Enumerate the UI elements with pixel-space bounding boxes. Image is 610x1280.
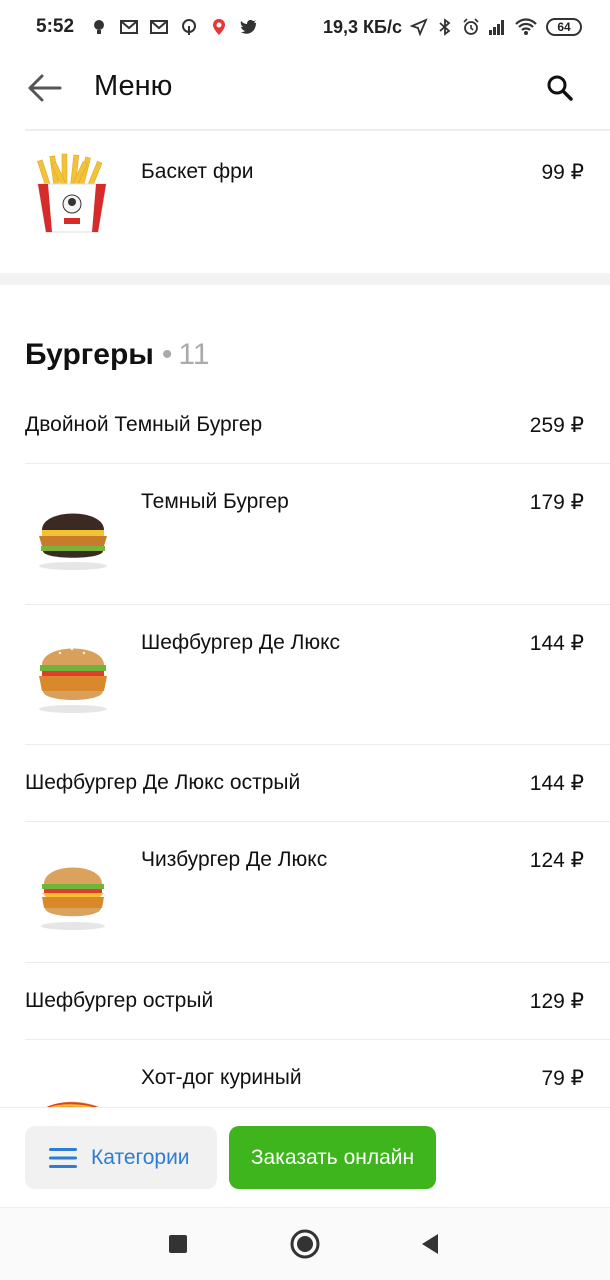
menu-item-chicken-hot-dog[interactable]: Хот-дог куриный 79 ₽: [0, 1040, 610, 1107]
menu-icon: [49, 1147, 77, 1168]
signal-icon: [489, 20, 504, 35]
battery-indicator: 64: [546, 18, 582, 36]
menu-item-price: 99 ₽: [541, 161, 584, 184]
menu-item-price: 129 ₽: [529, 990, 584, 1013]
menu-item-name: Шефбургер острый: [25, 989, 214, 1012]
cheese-burger-image: [41, 867, 105, 930]
order-online-label: Заказать онлайн: [250, 1145, 415, 1169]
app-bar: Меню: [0, 54, 610, 122]
order-online-button[interactable]: Заказать онлайн: [229, 1126, 436, 1189]
status-left: 5:52: [36, 16, 258, 38]
fries-bucket-image: [37, 153, 107, 233]
menu-item-price: 144 ₽: [529, 632, 584, 655]
page-title: Меню: [94, 70, 173, 102]
menu-list[interactable]: Баскет фри 99 ₽ Бургеры • 11 Двойной Тем…: [0, 122, 610, 1107]
menu-item-name: Чизбургер Де Люкс: [141, 848, 328, 871]
menu-item-price: 79 ₽: [541, 1067, 584, 1090]
system-nav-bar: [0, 1207, 610, 1280]
status-time: 5:52: [36, 16, 75, 37]
location-arrow-icon: [410, 18, 428, 36]
section-header: Бургеры • 11: [25, 338, 210, 372]
arrow-left-icon: [28, 74, 62, 102]
network-speed: 19,3 КБ/с: [323, 16, 402, 37]
status-bar: 5:52 19,3 КБ/с 64: [0, 0, 610, 54]
bluetooth-icon: [439, 18, 451, 36]
menu-item-price: 124 ₽: [529, 849, 584, 872]
status-right: 19,3 КБ/с 64: [323, 17, 582, 38]
menu-item-name: Темный Бургер: [141, 490, 289, 513]
menu-item-chef-burger-spicy[interactable]: Шефбургер острый 129 ₽: [0, 963, 610, 1039]
menu-item-name: Баскет фри: [141, 160, 254, 183]
triangle-back-icon: [422, 1234, 438, 1254]
categories-button[interactable]: Категории: [25, 1126, 217, 1189]
search-icon: [547, 75, 573, 101]
menu-item-basket-fries[interactable]: Баскет фри 99 ₽: [0, 144, 610, 264]
menu-item-dark-burger[interactable]: Темный Бургер 179 ₽: [0, 464, 610, 604]
gmail-icon: [120, 20, 139, 34]
menu-item-name: Шефбургер Де Люкс: [141, 631, 341, 654]
home-button[interactable]: [287, 1226, 323, 1262]
search-button[interactable]: [540, 68, 580, 108]
menu-item-price: 179 ₽: [529, 491, 584, 514]
circle-icon: [290, 1229, 320, 1259]
gmail-icon: [150, 20, 169, 34]
pin-icon: [213, 19, 226, 35]
menu-item-price: 144 ₽: [529, 772, 584, 795]
divider: [25, 129, 610, 131]
recent-apps-button[interactable]: [160, 1226, 196, 1262]
menu-item-price: 259 ₽: [529, 414, 584, 437]
section-separator-dot: •: [161, 338, 173, 371]
menu-item-chef-burger-deluxe-spicy[interactable]: Шефбургер Де Люкс острый 144 ₽: [0, 745, 610, 821]
alarm-icon: [463, 18, 479, 35]
wifi-icon: [515, 18, 537, 35]
menu-item-name: Хот-дог куриный: [141, 1066, 302, 1089]
section-separator: [0, 273, 610, 285]
back-button[interactable]: [24, 68, 64, 108]
menu-item-name: Двойной Темный Бургер: [25, 413, 263, 436]
section-title: Бургеры: [25, 338, 154, 371]
twitter-icon: [240, 20, 258, 34]
podcast-icon: [182, 19, 197, 35]
categories-label: Категории: [91, 1145, 190, 1169]
chef-burger-image: [39, 647, 107, 713]
menu-item-cheeseburger-deluxe[interactable]: Чизбургер Де Люкс 124 ₽: [0, 822, 610, 962]
menu-item-double-dark-burger[interactable]: Двойной Темный Бургер 259 ₽: [0, 402, 610, 464]
back-nav-button[interactable]: [412, 1226, 448, 1262]
menu-item-chef-burger-deluxe[interactable]: Шефбургер Де Люкс 144 ₽: [0, 605, 610, 745]
square-icon: [169, 1235, 187, 1253]
dark-burger-image: [39, 513, 107, 570]
hot-dog-image: [46, 1101, 99, 1107]
bottom-action-bar: Категории Заказать онлайн: [0, 1107, 610, 1207]
bulb-icon: [94, 20, 105, 34]
section-count: 11: [178, 338, 210, 371]
menu-item-name: Шефбургер Де Люкс острый: [25, 771, 301, 794]
